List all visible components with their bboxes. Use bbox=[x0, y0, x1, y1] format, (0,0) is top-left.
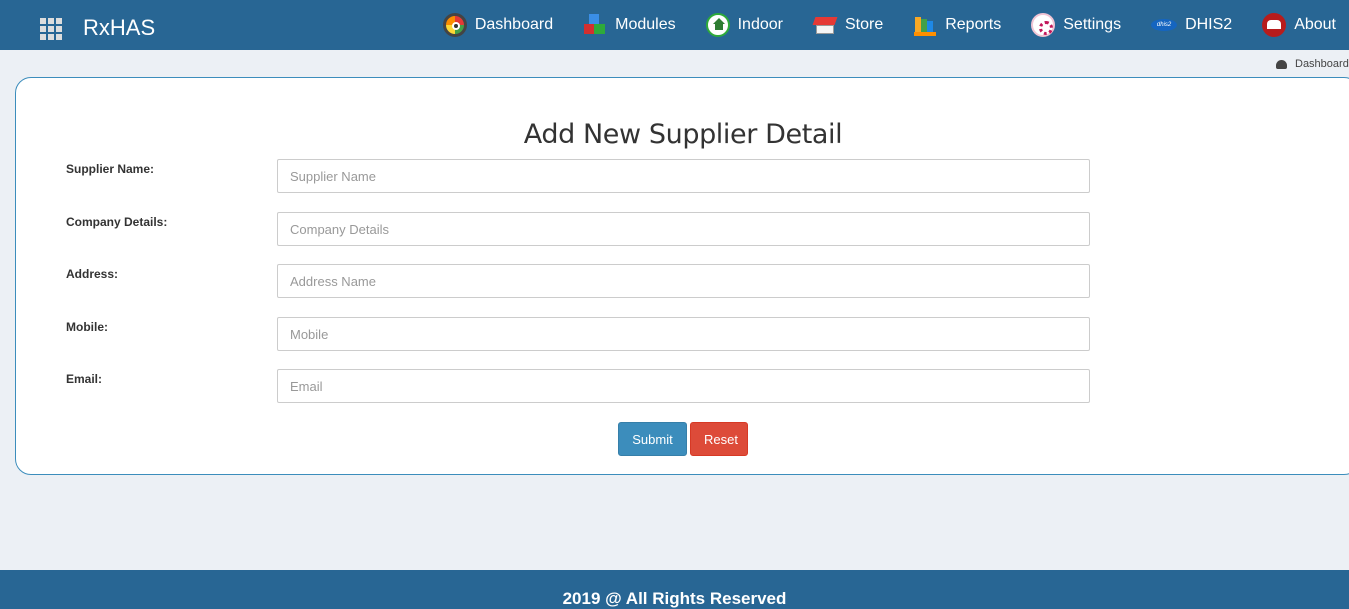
modules-cubes-icon bbox=[583, 13, 607, 37]
form-actions: Submit Reset bbox=[618, 422, 748, 456]
company-details-label: Company Details: bbox=[66, 215, 168, 229]
nav-dhis2-label: DHIS2 bbox=[1185, 16, 1233, 33]
breadcrumb[interactable]: Dashboard bbox=[1276, 58, 1349, 70]
reports-books-icon bbox=[913, 13, 937, 37]
footer: 2019 @ All Rights Reserved bbox=[0, 570, 1349, 609]
nav-dashboard[interactable]: Dashboard bbox=[435, 0, 561, 50]
nav-store-label: Store bbox=[844, 16, 884, 33]
supplier-name-label: Supplier Name: bbox=[66, 162, 155, 176]
address-label: Address: bbox=[66, 267, 119, 281]
settings-gear-icon bbox=[1031, 13, 1056, 37]
nav-reports-label: Reports bbox=[945, 16, 1002, 33]
nav-modules-label: Modules bbox=[615, 16, 676, 33]
company-details-row: Company Details: bbox=[16, 212, 1349, 246]
nav-dashboard-label: Dashboard bbox=[474, 16, 554, 33]
nav-about-label: About bbox=[1294, 16, 1336, 33]
dashboard-icon bbox=[1276, 59, 1287, 69]
page-title: Add New Supplier Detail bbox=[523, 119, 843, 150]
footer-copyright: 2019 @ All Rights Reserved bbox=[562, 589, 787, 608]
main-nav: Dashboard Modules Indoor Store Reports S… bbox=[435, 0, 1349, 50]
address-row: Address: bbox=[16, 264, 1349, 298]
mobile-label: Mobile: bbox=[66, 320, 108, 334]
nav-settings[interactable]: Settings bbox=[1023, 0, 1129, 50]
email-row: Email: bbox=[16, 369, 1349, 403]
about-people-icon bbox=[1262, 13, 1287, 37]
dhis2-logo-icon: dhis2 bbox=[1151, 19, 1178, 31]
indoor-house-icon bbox=[705, 13, 730, 37]
nav-modules[interactable]: Modules bbox=[575, 0, 683, 50]
mobile-input[interactable] bbox=[277, 317, 1090, 351]
supplier-form-card: Add New Supplier Detail Supplier Name: C… bbox=[15, 77, 1349, 475]
supplier-name-input[interactable] bbox=[277, 159, 1090, 193]
email-label: Email: bbox=[66, 372, 103, 386]
breadcrumb-dashboard[interactable]: Dashboard bbox=[1295, 58, 1349, 70]
dashboard-gauge-icon bbox=[442, 13, 467, 37]
top-navbar: RxHAS Dashboard Modules Indoor Store Rep… bbox=[0, 0, 1349, 50]
nav-indoor[interactable]: Indoor bbox=[698, 0, 791, 50]
mobile-row: Mobile: bbox=[16, 317, 1349, 351]
apps-grid-icon[interactable] bbox=[40, 18, 62, 40]
nav-store[interactable]: Store bbox=[805, 0, 891, 50]
nav-reports[interactable]: Reports bbox=[905, 0, 1009, 50]
nav-settings-label: Settings bbox=[1063, 16, 1122, 33]
reset-button[interactable]: Reset bbox=[690, 422, 748, 456]
address-input[interactable] bbox=[277, 264, 1090, 298]
email-input[interactable] bbox=[277, 369, 1090, 403]
company-details-input[interactable] bbox=[277, 212, 1090, 246]
nav-dhis2[interactable]: dhis2 DHIS2 bbox=[1143, 0, 1240, 50]
nav-indoor-label: Indoor bbox=[737, 16, 783, 33]
submit-button[interactable]: Submit bbox=[618, 422, 687, 456]
brand-logo-text[interactable]: RxHAS bbox=[83, 15, 155, 41]
nav-about[interactable]: About bbox=[1254, 0, 1344, 50]
store-shop-icon bbox=[812, 13, 838, 37]
supplier-name-row: Supplier Name: bbox=[16, 159, 1349, 193]
